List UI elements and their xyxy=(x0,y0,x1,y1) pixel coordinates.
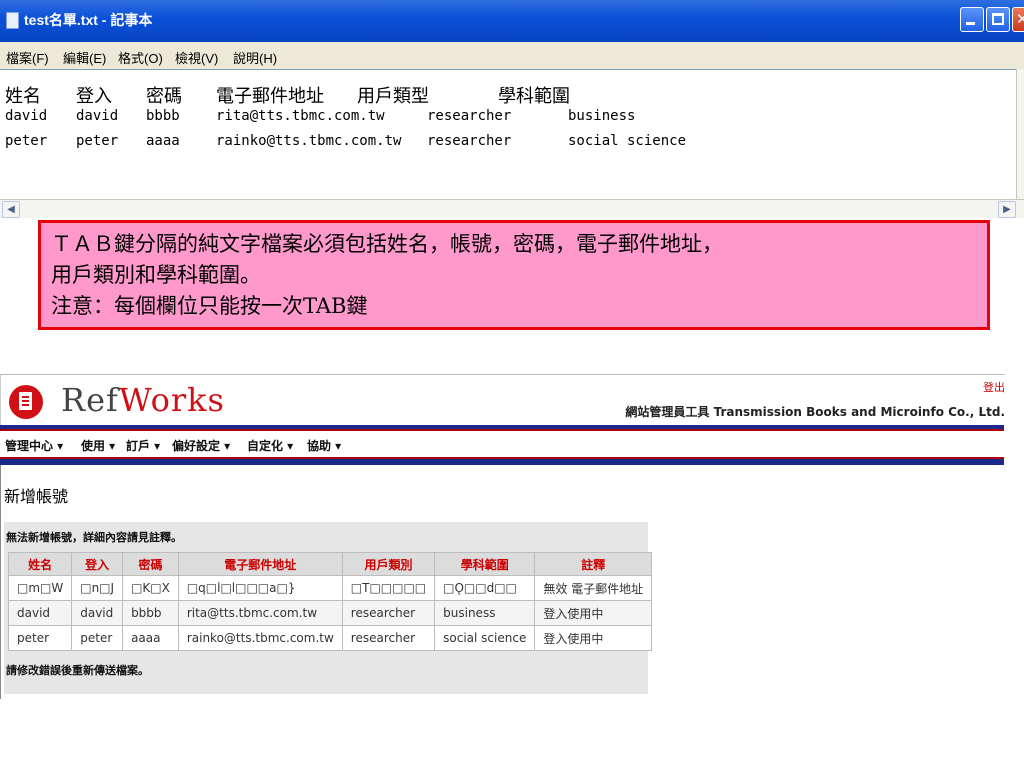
fix-instruction: 請修改錯誤後重新傳送檔案。 xyxy=(6,664,149,677)
text-cell: business xyxy=(568,108,636,124)
column-header-login: 登入 xyxy=(71,552,124,576)
notepad-text-area[interactable]: 姓名 登入 密碼 電子郵件地址 用戶類型 學科範圍 david david bb… xyxy=(0,69,1016,200)
text-cell: aaaa xyxy=(146,133,180,149)
admin-tools-title: 網站管理員工具 Transmission Books and Microinfo… xyxy=(625,405,1005,419)
note-line-3: 注意：每個欄位只能按一次TAB鍵 xyxy=(51,294,368,318)
table-cell: business xyxy=(434,600,536,626)
text-cell: david xyxy=(76,108,119,124)
text-cell: bbbb xyxy=(146,108,180,124)
notepad-icon xyxy=(6,12,19,29)
nav-customize[interactable]: 自定化 ▾ xyxy=(247,437,293,454)
horizontal-scrollbar[interactable]: ◀ ▶ xyxy=(0,199,1024,218)
column-header-email: 電子郵件地址 xyxy=(177,552,343,576)
table-cell: rainko@tts.tbmc.com.tw xyxy=(177,625,343,651)
table-cell: rita@tts.tbmc.com.tw xyxy=(177,600,343,626)
table-row: peter peter aaaa rainko@tts.tbmc.com.tw … xyxy=(7,625,653,651)
note-line-2: 用戶類別和學科範圍。 xyxy=(51,263,261,287)
column-header-usertype: 用戶類別 xyxy=(341,552,436,576)
nav-subscribers[interactable]: 訂戶 ▾ xyxy=(126,437,160,454)
table-cell: □Ǫ□□d□□ xyxy=(434,575,536,601)
table-cell: peter xyxy=(7,625,73,651)
table-cell: researcher xyxy=(341,625,436,651)
text-header-usertype: 用戶類型 xyxy=(357,86,429,107)
text-cell: researcher xyxy=(427,133,512,149)
menu-edit[interactable]: 編輯(E) xyxy=(63,48,106,67)
close-button[interactable]: ✕ xyxy=(1012,7,1024,32)
text-header-password: 密碼 xyxy=(146,86,182,107)
note-line-1: ＴＡＢ鍵分隔的純文字檔案必須包括姓名，帳號，密碼，電子郵件地址， xyxy=(51,232,723,256)
table-cell: david xyxy=(71,600,124,626)
nav-help[interactable]: 協助 ▾ xyxy=(307,437,341,454)
menu-file[interactable]: 檔案(F) xyxy=(6,48,49,67)
menu-view[interactable]: 檢視(V) xyxy=(175,48,218,67)
table-cell: social science xyxy=(434,625,536,651)
text-header-subject: 學科範圍 xyxy=(498,86,570,107)
notepad-title-bar[interactable]: test名單.txt - 記事本 ✕ xyxy=(0,0,1024,42)
annotation-note: ＴＡＢ鍵分隔的純文字檔案必須包括姓名，帳號，密碼，電子郵件地址， 用戶類別和學科… xyxy=(38,220,990,330)
menu-help[interactable]: 說明(H) xyxy=(233,48,277,67)
accounts-table: 姓名 登入 密碼 電子郵件地址 用戶類別 學科範圍 註釋 □m□W □n□J □… xyxy=(7,552,653,651)
table-cell-note: 登入使用中 xyxy=(534,625,653,651)
close-icon: ✕ xyxy=(1016,10,1024,28)
maximize-button[interactable] xyxy=(986,7,1010,32)
logo-accent: Works xyxy=(118,381,225,419)
vertical-scrollbar[interactable] xyxy=(1016,69,1024,199)
scroll-left-icon[interactable]: ◀ xyxy=(2,201,20,218)
text-header-login: 登入 xyxy=(76,86,112,107)
text-header-name: 姓名 xyxy=(5,86,41,107)
window-title: test名單.txt - 記事本 xyxy=(24,12,153,28)
scroll-right-icon[interactable]: ▶ xyxy=(998,201,1016,218)
table-cell: aaaa xyxy=(122,625,179,651)
text-cell: peter xyxy=(5,133,48,149)
page-title: 新增帳號 xyxy=(4,487,69,506)
table-cell: □m□W xyxy=(7,575,73,601)
text-cell: rita@tts.tbmc.com.tw xyxy=(216,108,385,124)
menu-format[interactable]: 格式(O) xyxy=(118,48,163,67)
text-cell: social science xyxy=(568,133,687,149)
table-row: david david bbbb rita@tts.tbmc.com.tw re… xyxy=(7,600,653,626)
text-cell: david xyxy=(5,108,48,124)
table-row: □m□W □n□J □K□X □q□l□l□□□a□} □T□□□□□ □Ǫ□□… xyxy=(7,575,653,601)
nav-divider xyxy=(0,459,1004,465)
refworks-nav-bar: 管理中心 ▾ 使用 ▾ 訂戶 ▾ 偏好設定 ▾ 自定化 ▾ 協助 ▾ xyxy=(0,431,1004,457)
logo-prefix: Ref xyxy=(61,381,119,419)
nav-admin-center[interactable]: 管理中心 ▾ xyxy=(5,437,63,454)
table-header-row: 姓名 登入 密碼 電子郵件地址 用戶類別 學科範圍 註釋 xyxy=(7,552,653,576)
notepad-menu-bar: 檔案(F) 編輯(E) 格式(O) 檢視(V) 說明(H) xyxy=(0,42,1024,69)
table-cell-note: 登入使用中 xyxy=(534,600,653,626)
text-header-email: 電子郵件地址 xyxy=(216,86,324,107)
nav-preferences[interactable]: 偏好設定 ▾ xyxy=(172,437,230,454)
import-result-panel: 無法新增帳號，詳細內容請見註釋。 姓名 登入 密碼 電子郵件地址 用戶類別 學科… xyxy=(4,522,653,694)
minimize-icon xyxy=(966,22,975,25)
maximize-icon xyxy=(992,13,1004,25)
table-cell: □n□J xyxy=(71,575,124,601)
table-cell: bbbb xyxy=(122,600,179,626)
logout-link[interactable]: 登出 xyxy=(983,379,1005,395)
text-cell: rainko@tts.tbmc.com.tw xyxy=(216,133,402,149)
text-cell: researcher xyxy=(427,108,512,124)
column-header-password: 密碼 xyxy=(122,552,179,576)
table-cell: researcher xyxy=(341,600,436,626)
table-cell: □T□□□□□ xyxy=(341,575,436,601)
error-message: 無法新增帳號，詳細內容請見註釋。 xyxy=(6,531,182,544)
text-cell: peter xyxy=(76,133,119,149)
table-cell: peter xyxy=(71,625,124,651)
refworks-logo-icon xyxy=(9,385,43,419)
column-header-subject: 學科範圍 xyxy=(434,552,536,576)
nav-usage[interactable]: 使用 ▾ xyxy=(81,437,115,454)
refworks-logo: RefWorks xyxy=(61,381,225,419)
table-cell-note: 無效 電子郵件地址 xyxy=(534,575,653,601)
table-cell: □K□X xyxy=(122,575,179,601)
minimize-button[interactable] xyxy=(960,7,984,32)
table-cell: david xyxy=(7,600,73,626)
table-cell: □q□l□l□□□a□} xyxy=(177,575,343,601)
column-header-notes: 註釋 xyxy=(534,552,653,576)
column-header-name: 姓名 xyxy=(7,552,73,576)
